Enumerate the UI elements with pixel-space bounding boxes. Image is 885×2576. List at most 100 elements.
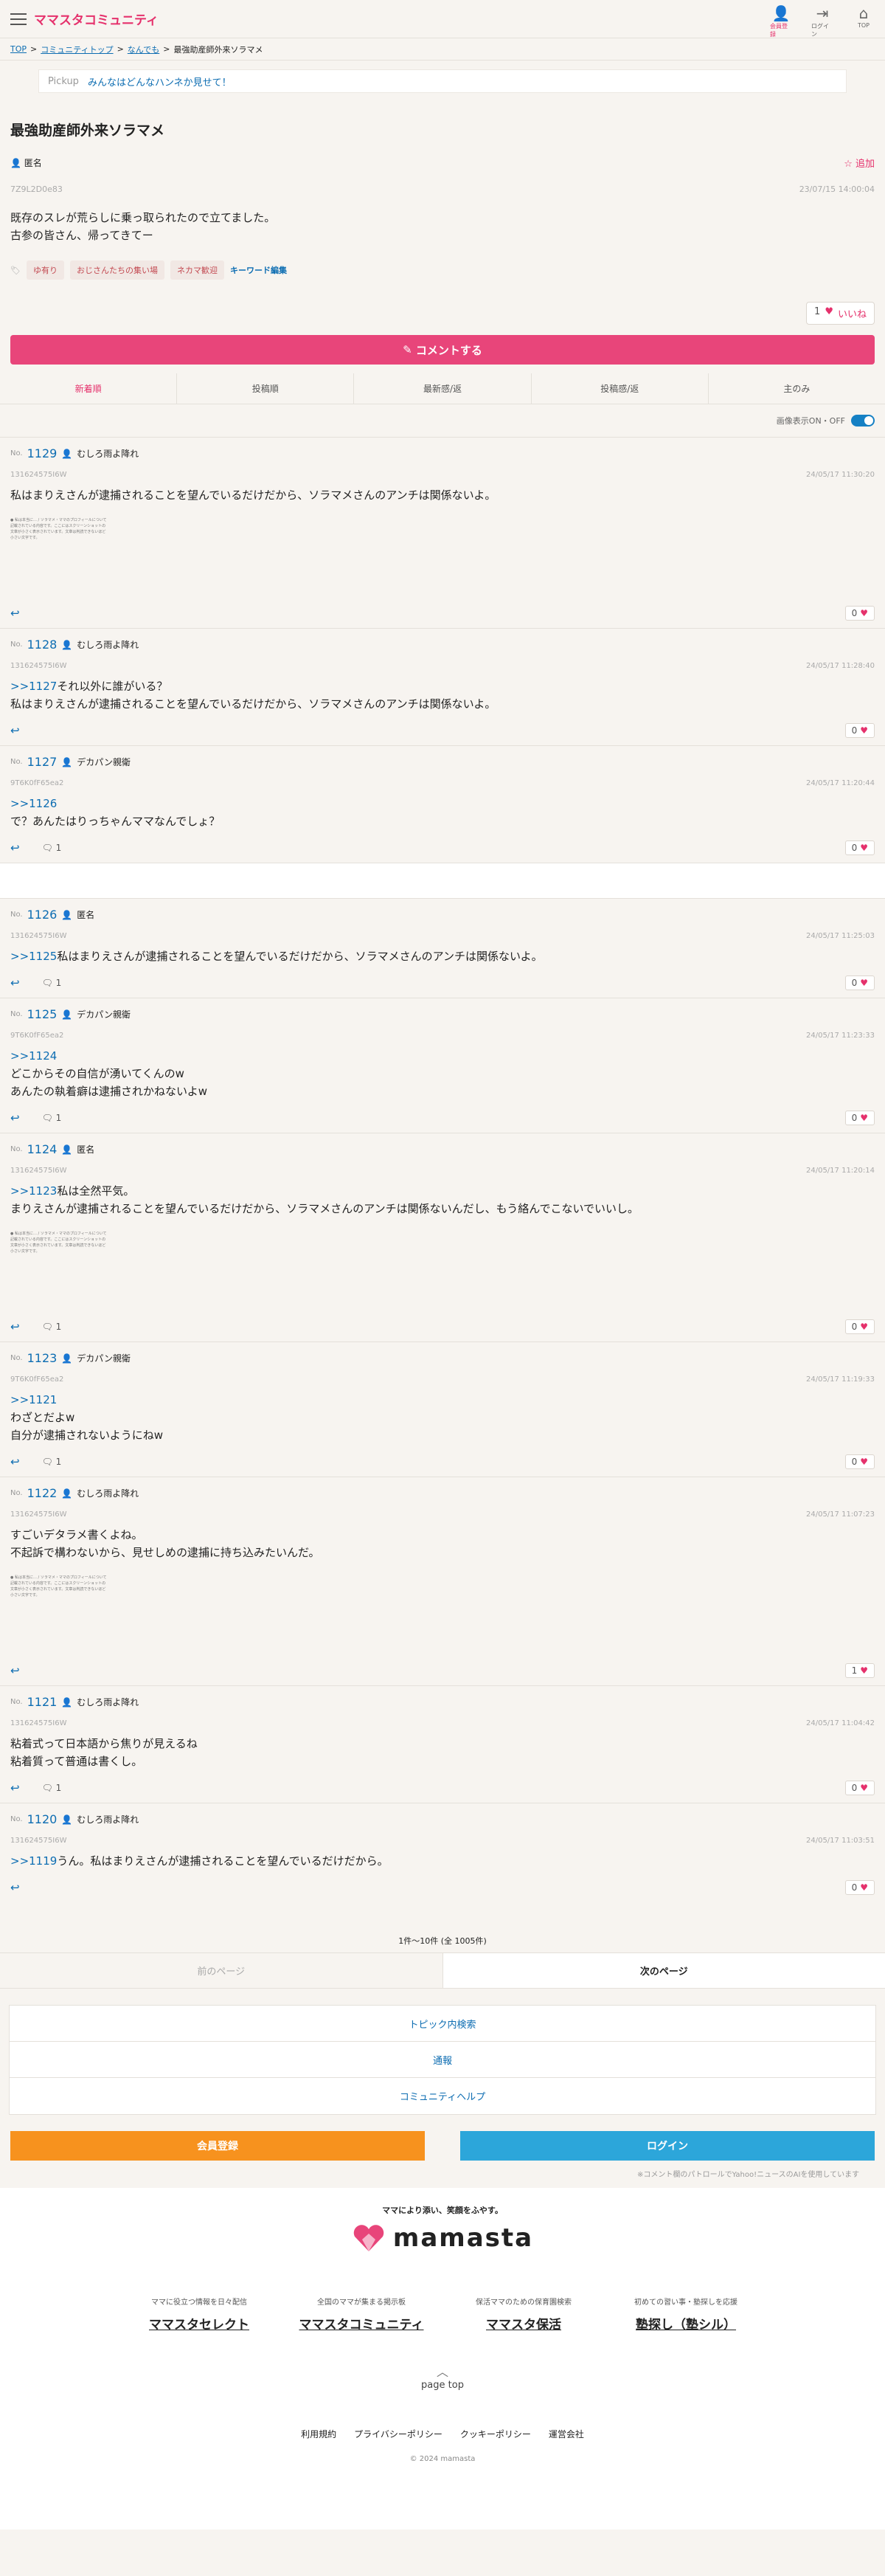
brand-link[interactable]: 保活ママのための保育園検索 ママスタ保活 — [461, 2296, 586, 2332]
pickup-banner[interactable]: Pickup みんなはどんなハンネか見せて！ — [38, 69, 847, 93]
reply-arrow-icon[interactable]: ↩ — [10, 1455, 20, 1468]
user-icon: 👤 — [61, 639, 73, 650]
reply-reference[interactable]: >>1119 — [10, 1854, 57, 1868]
reply-arrow-icon[interactable]: ↩ — [10, 1320, 20, 1333]
report-link[interactable]: 通報 — [10, 2042, 875, 2078]
reply-reference[interactable]: >>1121 — [10, 1393, 57, 1406]
brand-link[interactable]: ママに役立つ情報を日々配信 ママスタセレクト — [136, 2296, 262, 2332]
post-author: むしろ雨よ降れ — [77, 640, 139, 650]
keyword-edit-link[interactable]: キーワード編集 — [230, 264, 287, 276]
breadcrumb-community[interactable]: コミュニティトップ — [41, 44, 113, 55]
reply-count[interactable]: 🗨 1 — [42, 1783, 62, 1793]
post-number[interactable]: 1128 — [27, 638, 58, 652]
post-number[interactable]: 1121 — [27, 1695, 58, 1709]
reply-arrow-icon[interactable]: ↩ — [10, 724, 20, 737]
sort-tab[interactable]: 投稿感/返 — [532, 373, 709, 404]
post-date: 24/05/17 11:04:42 — [805, 1719, 875, 1727]
reply-arrow-icon[interactable]: ↩ — [10, 1781, 20, 1795]
post-body: >>1127それ以外に誰がいる？ 私はまりえさんが逮捕されることを望んでいるだけだ… — [10, 677, 875, 713]
sort-tab[interactable]: 新着順 — [0, 373, 178, 404]
post-like-button[interactable]: 0 ♥ — [844, 1454, 875, 1469]
add-favorite-button[interactable]: ☆ 追加 — [844, 156, 875, 170]
sort-tab[interactable]: 投稿順 — [177, 373, 355, 404]
post-like-count: 0 — [851, 1783, 858, 1793]
brand-sub: 全国のママが集まる掲示板 — [317, 2299, 406, 2307]
mamasta-heart-logo-icon — [353, 2225, 384, 2251]
reply-reference[interactable]: >>1126 — [10, 797, 57, 810]
breadcrumb-top[interactable]: TOP — [10, 44, 27, 54]
brand-link[interactable]: 初めての習い事・塾探しを応援 塾探し（塾シル） — [623, 2296, 749, 2332]
reply-reference[interactable]: >>1125 — [10, 950, 57, 963]
sort-tab[interactable]: 最新感/返 — [354, 373, 532, 404]
reply-arrow-icon[interactable]: ↩ — [10, 1111, 20, 1125]
breadcrumb-category[interactable]: なんでも — [128, 44, 159, 55]
reply-count[interactable]: 🗨 1 — [42, 1113, 62, 1123]
tag[interactable]: おじさんたちの集い場 — [69, 260, 164, 280]
post-number[interactable]: 1123 — [27, 1351, 58, 1365]
post-number[interactable]: 1127 — [27, 755, 58, 769]
site-footer: ママにより添い、笑顔をふやす。 mamasta ママに役立つ情報を日々配信 ママ… — [0, 2188, 885, 2530]
help-link[interactable]: コミュニティヘルプ — [10, 2078, 875, 2114]
post-body: 私はまりえさんが逮捕されることを望んでいるだけだから、ソラマメさんのアンチは関係… — [10, 486, 875, 504]
post-like-button[interactable]: 0 ♥ — [844, 1319, 875, 1334]
post-number[interactable]: 1124 — [27, 1142, 58, 1156]
post-number[interactable]: 1122 — [27, 1486, 58, 1500]
register-button[interactable]: 会員登録 — [10, 2131, 425, 2161]
footer-link[interactable]: 利用規約 — [301, 2428, 336, 2440]
post-like-button[interactable]: 0 ♥ — [844, 840, 875, 855]
heart-icon: ♥ — [860, 725, 868, 736]
post-like-button[interactable]: 0 ♥ — [844, 1880, 875, 1895]
post-number[interactable]: 1120 — [27, 1812, 58, 1826]
post-meta: 131624575I6W 24/05/17 11:07:23 — [10, 1510, 875, 1519]
post-number[interactable]: 1129 — [27, 446, 58, 460]
topic-search-link[interactable]: トピック内検索 — [10, 2006, 875, 2042]
reply-count[interactable]: 🗨 1 — [42, 978, 62, 988]
next-page-button[interactable]: 次のページ — [442, 1953, 885, 1988]
brand-link[interactable]: 全国のママが集まる掲示板 ママスタコミュニティ — [299, 2296, 424, 2332]
post-number[interactable]: 1125 — [27, 1007, 58, 1021]
pickup-link[interactable]: みんなはどんなハンネか見せて！ — [88, 75, 232, 89]
reply-reference[interactable]: >>1124 — [10, 1049, 57, 1063]
login-button[interactable]: ログイン — [460, 2131, 875, 2161]
post-image[interactable]: ● 私は本当に… / ソラマメ・ママのプロフィールについて記載されている内容です… — [10, 1231, 108, 1309]
reply-arrow-icon[interactable]: ↩ — [10, 976, 20, 990]
topic-like-button[interactable]: 1 ♥ いいね — [806, 302, 875, 325]
reply-arrow-icon[interactable]: ↩ — [10, 841, 20, 854]
post-like-button[interactable]: 1 ♥ — [844, 1663, 875, 1678]
page-top-link[interactable]: ︿ page top — [0, 2362, 885, 2391]
reply-reference[interactable]: >>1127 — [10, 680, 57, 693]
tag[interactable]: ゆ有り — [26, 260, 64, 280]
post-like-button[interactable]: 0 ♥ — [844, 1111, 875, 1125]
home-nav[interactable]: ⌂ TOP — [853, 4, 875, 38]
comment-button[interactable]: ✎ コメントする — [10, 335, 875, 365]
post-image[interactable]: ● 私は本当に… / ソラマメ・ママのプロフィールについて記載されている内容です… — [10, 1575, 108, 1653]
post-like-button[interactable]: 0 ♥ — [844, 976, 875, 990]
reply-count[interactable]: 🗨 1 — [42, 1322, 62, 1332]
login-nav[interactable]: ⇥ ログイン — [811, 4, 833, 38]
reply-count-value: 1 — [55, 843, 62, 853]
footer-link[interactable]: クッキーポリシー — [460, 2428, 531, 2440]
sort-tab[interactable]: 主のみ — [709, 373, 885, 404]
post-like-button[interactable]: 0 ♥ — [844, 606, 875, 621]
footer-logo[interactable]: mamasta — [0, 2223, 885, 2253]
post-like-button[interactable]: 0 ♥ — [844, 1781, 875, 1795]
site-logo[interactable]: ママスタコミュニティ — [34, 10, 159, 28]
reply-arrow-icon[interactable]: ↩ — [10, 1664, 20, 1677]
menu-icon[interactable] — [10, 13, 27, 25]
post-image[interactable]: ● 私は本当に… / ソラマメ・ママのプロフィールについて記載されている内容です… — [10, 517, 108, 595]
comment-list: No. 1129 👤 むしろ雨よ降れ 131624575I6W 24/05/17 11:3… — [0, 437, 885, 1902]
reply-count[interactable]: 🗨 1 — [42, 1457, 62, 1467]
post-author: デカパン親衛 — [77, 1009, 131, 1020]
post-number[interactable]: 1126 — [27, 908, 58, 922]
tag[interactable]: ネカマ歓迎 — [170, 260, 224, 280]
reply-arrow-icon[interactable]: ↩ — [10, 1881, 20, 1894]
footer-link[interactable]: 運営会社 — [549, 2428, 584, 2440]
post-like-button[interactable]: 0 ♥ — [844, 723, 875, 738]
register-nav[interactable]: 👤 会員登録 — [770, 4, 792, 38]
reply-reference[interactable]: >>1123 — [10, 1184, 57, 1198]
footer-link[interactable]: プライバシーポリシー — [354, 2428, 442, 2440]
reply-arrow-icon[interactable]: ↩ — [10, 607, 20, 620]
prev-page-button[interactable]: 前のページ — [0, 1953, 443, 1988]
image-toggle-switch[interactable] — [851, 415, 875, 427]
reply-count[interactable]: 🗨 1 — [42, 843, 62, 853]
